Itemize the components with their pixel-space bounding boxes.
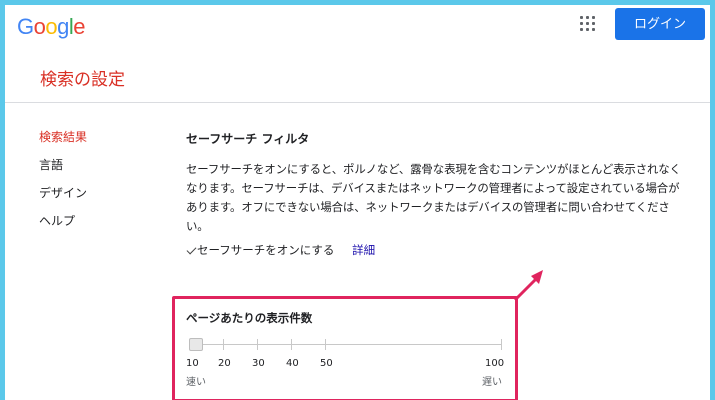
slider-tick <box>325 339 326 350</box>
sidebar-item-search-results[interactable]: 検索結果 <box>39 129 87 157</box>
description-line: セーフサーチをオンにすると、ポルノなど、露骨な表現を含むコンテンツがほとんど表示… <box>186 162 681 176</box>
description-line: あります。オフにできない場合は、ネットワークまたはデバイスの管理者に問い合わせて… <box>186 200 670 214</box>
tick-label: 20 <box>218 358 231 369</box>
speed-label-slow: 遅い <box>482 377 502 388</box>
sidebar-item-language[interactable]: 言語 <box>39 157 87 185</box>
logo-letter: o <box>33 14 46 39</box>
sidebar-item-design[interactable]: デザイン <box>39 185 87 213</box>
slider-tick <box>291 339 292 350</box>
tick-label: 40 <box>286 358 299 369</box>
google-logo[interactable]: Google <box>17 14 86 40</box>
slider-tick <box>257 339 258 350</box>
logo-letter: o <box>45 14 58 39</box>
logo-letter: G <box>17 14 34 39</box>
tick-label: 10 <box>186 358 199 369</box>
header-divider <box>5 102 710 103</box>
tick-label: 50 <box>320 358 333 369</box>
description-line: なります。セーフサーチは、デバイスまたはネットワークの管理者によって設定されてい… <box>186 181 680 195</box>
results-slider-handle[interactable] <box>189 338 203 351</box>
logo-letter: e <box>73 14 86 39</box>
results-per-page-heading: ページあたりの表示件数 <box>186 311 313 325</box>
safesearch-toggle-row: セーフサーチをオンにする 詳細 <box>186 242 375 258</box>
safesearch-heading: セーフサーチ フィルタ <box>186 132 310 146</box>
slider-tick <box>501 339 502 350</box>
login-button[interactable]: ログイン <box>615 8 705 40</box>
description-line: い。 <box>186 219 209 233</box>
details-link[interactable]: 詳細 <box>352 243 375 257</box>
results-slider-track[interactable] <box>191 344 502 345</box>
safesearch-checkbox-label[interactable]: セーフサーチをオンにする <box>197 243 334 257</box>
tick-label: 100 <box>485 358 505 369</box>
safesearch-checkbox[interactable] <box>186 245 197 256</box>
logo-letter: g <box>57 14 69 39</box>
page-title: 検索の設定 <box>40 70 125 90</box>
sidebar-item-help[interactable]: ヘルプ <box>39 213 87 241</box>
speed-label-fast: 速い <box>186 377 206 388</box>
sidebar-nav: 検索結果 言語 デザイン ヘルプ <box>39 129 87 241</box>
tick-label: 30 <box>252 358 265 369</box>
apps-grid-icon[interactable] <box>580 16 596 32</box>
slider-tick <box>223 339 224 350</box>
safesearch-description: セーフサーチをオンにすると、ポルノなど、露骨な表現を含むコンテンツがほとんど表示… <box>186 160 696 236</box>
settings-page: Google ログイン 検索の設定 検索結果 言語 デザイン ヘルプ セーフサー… <box>5 5 710 400</box>
